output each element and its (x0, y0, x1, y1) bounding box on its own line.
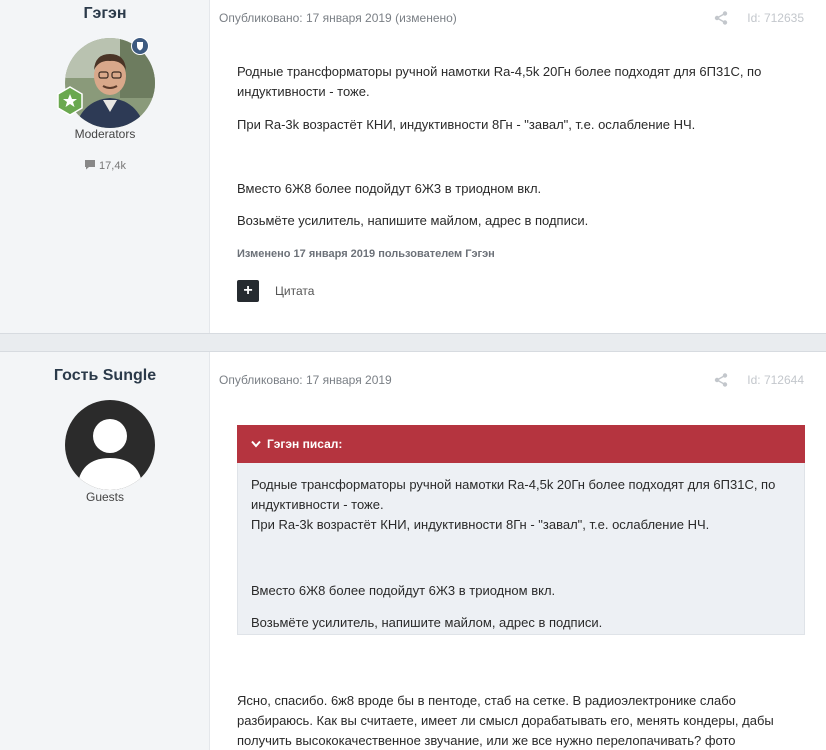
reputation-count: 17,4k (0, 159, 210, 172)
quote-paragraph: Возьмёте усилитель, напишите майлом, адр… (251, 615, 603, 630)
post-separator (0, 333, 826, 352)
author-name[interactable]: Гэгэн (0, 5, 210, 23)
post-content: Опубликовано: 17 января 2019 Id: 712644 … (211, 352, 826, 750)
post-id[interactable]: Id: 712635 (747, 11, 804, 25)
share-icon[interactable] (714, 373, 728, 387)
author-role: Guests (85, 490, 124, 504)
author-name: Гость Sungle (53, 367, 157, 384)
post-712644: Гость Sungle Guests Опубликовано: 17 янв… (0, 352, 826, 750)
quote-button[interactable]: Цитата (275, 284, 314, 298)
avatar (65, 400, 155, 490)
quote-body: Родные трансформаторы ручной намотки Ra-… (237, 463, 805, 635)
quote-paragraph: Родные трансформаторы ручной намотки Ra-… (251, 477, 776, 532)
plus-icon: + (243, 282, 253, 299)
quote-header[interactable]: Гэгэн писал: (237, 425, 805, 463)
post-paragraph: Возьмёте усилитель, напишите майлом, адр… (237, 213, 589, 228)
quote-block: Гэгэн писал: Родные трансформаторы ручно… (237, 425, 805, 635)
comment-icon (85, 160, 96, 170)
author-panel: Гэгэн Moderators 17,4k (0, 0, 210, 333)
post-paragraph: Родные трансформаторы ручной намотки Ra-… (237, 64, 762, 99)
post-paragraph: Ясно, спасибо. 6ж8 вроде бы в пентоде, с… (237, 693, 774, 748)
author-panel: Гость Sungle Guests (0, 352, 210, 750)
chevron-down-icon (251, 440, 261, 448)
shield-badge-icon (131, 37, 149, 55)
share-icon[interactable] (714, 11, 728, 25)
quote-paragraph: Вместо 6Ж8 более подойдут 6Ж3 в триодном… (251, 583, 556, 598)
author-role: Moderators (74, 127, 136, 141)
post-712635: Гэгэн Moderators 17,4k Опубликовано: 17 … (0, 0, 826, 333)
post-paragraph: При Ra-3k возрастёт КНИ, индуктивности 8… (237, 117, 696, 132)
post-date[interactable]: Опубликовано: 17 января 2019 (219, 373, 392, 387)
post-date[interactable]: Опубликовано: 17 января 2019 (изменено) (219, 11, 457, 25)
edited-note: Изменено 17 января 2019 пользователем Гэ… (237, 248, 495, 260)
multiquote-button[interactable]: + (237, 280, 259, 302)
post-paragraph: Вместо 6Ж8 более подойдут 6Ж3 в триодном… (237, 181, 542, 196)
star-badge-icon (57, 86, 83, 116)
post-id[interactable]: Id: 712644 (747, 373, 804, 387)
post-content: Опубликовано: 17 января 2019 (изменено) … (211, 0, 826, 333)
